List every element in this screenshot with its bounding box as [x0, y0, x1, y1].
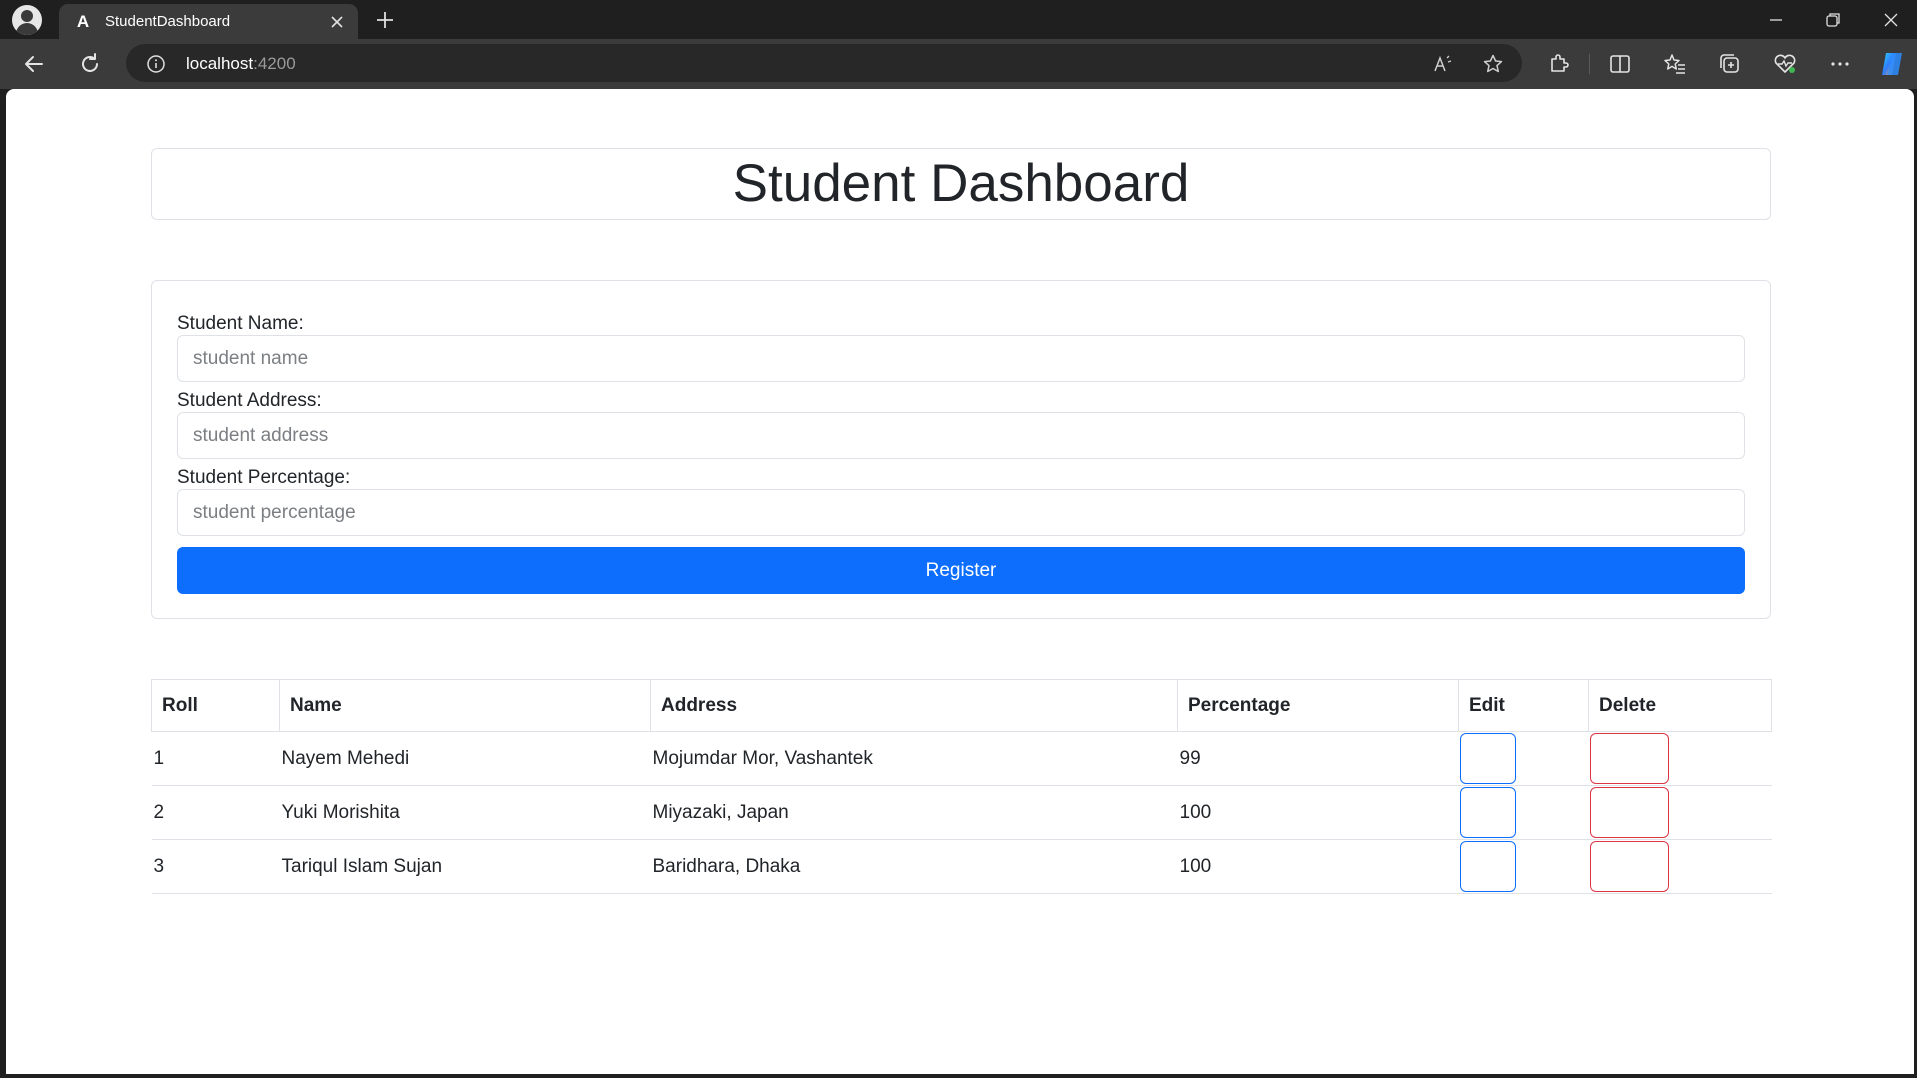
site-info-icon[interactable] [146, 54, 166, 74]
more-options-icon[interactable] [1826, 50, 1854, 78]
collections-icon[interactable] [1716, 50, 1744, 78]
split-screen-icon[interactable] [1606, 50, 1634, 78]
copilot-icon[interactable] [1877, 49, 1907, 79]
cell-name: Yuki Morishita [279, 785, 651, 840]
cell-percentage: 100 [1177, 785, 1459, 840]
browser-essentials-icon[interactable] [1771, 50, 1799, 78]
cell-delete [1588, 731, 1772, 786]
extensions-icon[interactable] [1544, 50, 1572, 78]
cell-percentage: 99 [1177, 731, 1459, 786]
cell-roll: 2 [151, 785, 280, 840]
student-table-container: Roll Name Address Percentage Edit Delete… [151, 679, 1772, 894]
edit-button[interactable] [1459, 841, 1516, 892]
cell-roll: 3 [151, 839, 280, 894]
table-row: 3 Tariqul Islam Sujan Baridhara, Dhaka 1… [151, 839, 1772, 894]
table-row: 1 Nayem Mehedi Mojumdar Mor, Vashantek 9… [151, 731, 1772, 786]
student-form: Student Name: Student Address: Student P… [151, 280, 1771, 619]
close-tab-icon[interactable] [328, 13, 346, 31]
page-viewport: Student Dashboard Student Name: Student … [6, 89, 1914, 1074]
refresh-icon[interactable] [76, 50, 104, 78]
student-name-input[interactable] [177, 335, 1745, 382]
address-bar[interactable]: localhost:4200 [126, 44, 1522, 82]
favorites-icon[interactable] [1661, 50, 1689, 78]
header-percentage: Percentage [1177, 679, 1459, 732]
student-address-input[interactable] [177, 412, 1745, 459]
page-title: Student Dashboard [732, 154, 1190, 213]
register-button[interactable]: Register [177, 547, 1745, 594]
table-row: 2 Yuki Morishita Miyazaki, Japan 100 [151, 785, 1772, 840]
delete-button[interactable] [1589, 841, 1669, 892]
url-host: localhost [186, 54, 254, 73]
url-text[interactable]: localhost:4200 [186, 54, 296, 74]
cell-roll: 1 [151, 731, 280, 786]
student-name-label: Student Name: [177, 313, 304, 334]
cell-edit [1458, 731, 1589, 786]
tab-title: StudentDashboard [105, 13, 231, 30]
student-address-label: Student Address: [177, 390, 322, 411]
read-aloud-icon[interactable] [1432, 53, 1454, 75]
cell-address: Mojumdar Mor, Vashantek [650, 731, 1178, 786]
minimize-icon[interactable] [1764, 8, 1788, 32]
table-header-row: Roll Name Address Percentage Edit Delete [151, 679, 1772, 732]
avatar-head [21, 10, 33, 22]
cell-delete [1588, 839, 1772, 894]
favorite-star-icon[interactable] [1482, 53, 1504, 75]
close-window-icon[interactable] [1879, 8, 1903, 32]
url-port: :4200 [253, 54, 296, 73]
avatar-body [16, 23, 38, 35]
delete-button[interactable] [1589, 787, 1669, 838]
header-roll: Roll [151, 679, 280, 732]
student-percentage-input[interactable] [177, 489, 1745, 536]
cell-name: Nayem Mehedi [279, 731, 651, 786]
header-name: Name [279, 679, 651, 732]
browser-toolbar: localhost:4200 [0, 39, 1917, 89]
cell-name: Tariqul Islam Sujan [279, 839, 651, 894]
cell-percentage: 100 [1177, 839, 1459, 894]
profile-avatar[interactable] [12, 5, 42, 35]
header-address: Address [650, 679, 1178, 732]
header-delete: Delete [1588, 679, 1772, 732]
edit-button[interactable] [1459, 787, 1516, 838]
title-card: Student Dashboard [151, 148, 1771, 220]
cell-edit [1458, 839, 1589, 894]
cell-address: Baridhara, Dhaka [650, 839, 1178, 894]
cell-delete [1588, 785, 1772, 840]
new-tab-icon[interactable] [373, 8, 397, 32]
cell-address: Miyazaki, Japan [650, 785, 1178, 840]
browser-tab-bar: A StudentDashboard [0, 0, 1917, 39]
student-percentage-label: Student Percentage: [177, 467, 351, 488]
delete-button[interactable] [1589, 733, 1669, 784]
angular-favicon-icon: A [76, 12, 90, 31]
student-table: Roll Name Address Percentage Edit Delete… [151, 679, 1772, 894]
toolbar-divider [1589, 54, 1590, 74]
restore-icon[interactable] [1821, 8, 1845, 32]
header-edit: Edit [1458, 679, 1589, 732]
browser-tab[interactable]: A StudentDashboard [59, 4, 358, 39]
back-arrow-icon[interactable] [20, 50, 48, 78]
cell-edit [1458, 785, 1589, 840]
edit-button[interactable] [1459, 733, 1516, 784]
